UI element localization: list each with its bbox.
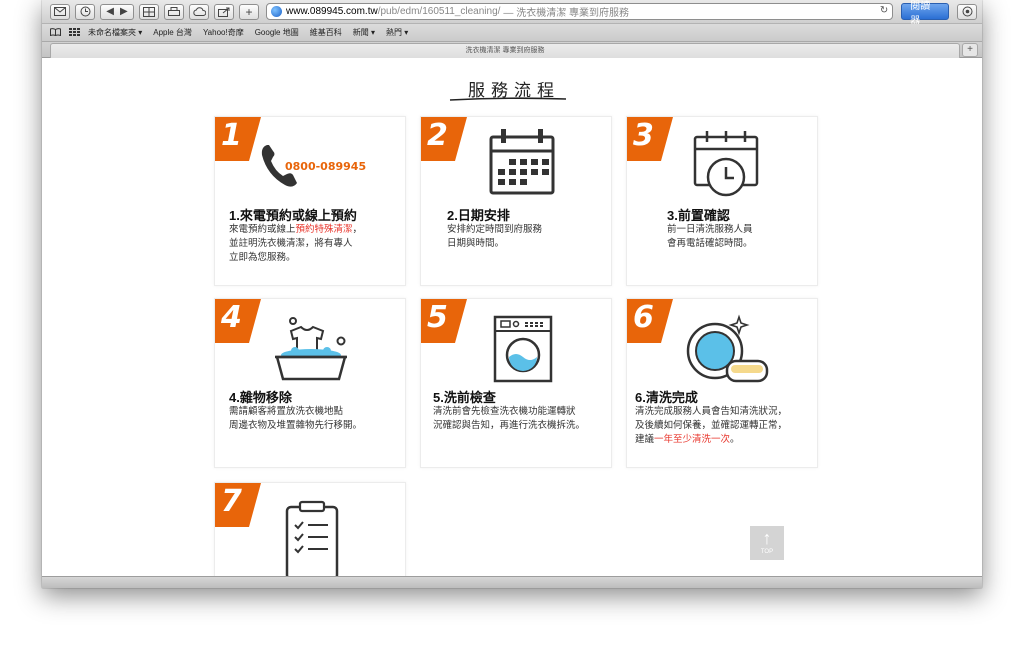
grid-icon[interactable]: [69, 27, 80, 38]
print-icon[interactable]: [164, 3, 184, 20]
step-description: 需請顧客將置放洗衣機地點 周邊衣物及堆置雜物先行移開。: [229, 405, 362, 433]
globe-icon: [271, 6, 282, 17]
desc-text: 清洗完成服務人員會告知清洗狀況，: [635, 406, 788, 417]
desc-text: 前一日清洗服務人員: [667, 224, 753, 235]
step-description: 清洗完成服務人員會告知清洗狀況， 及後續如何保養，並確認運轉正常， 建議一年至少…: [635, 405, 787, 447]
step-title: 6.清洗完成: [635, 390, 698, 405]
step-card: 2 2.日期安排 安排約定時間到府服務 日期與時間。: [420, 116, 612, 286]
add-bookmark-icon[interactable]: +: [239, 3, 259, 20]
icloud-icon[interactable]: [189, 3, 209, 20]
back-arrow-icon[interactable]: ◀: [106, 6, 114, 17]
page-content: 服務流程 1 0800-089945 1.來電預約或線上預約 來電預約或線上預約…: [42, 58, 982, 576]
bookmark-item[interactable]: Yahoo!奇摩: [203, 27, 244, 38]
back-to-top-button[interactable]: ↑ TOP: [750, 526, 784, 560]
step-description: 安排約定時間到府服務 日期與時間。: [447, 223, 542, 251]
step-description: 前一日清洗服務人員 會再電話確認時間。: [667, 223, 753, 251]
history-clock-icon[interactable]: [75, 3, 95, 20]
desc-highlight: 一年至少清洗一次: [654, 434, 731, 445]
desc-text: 。: [730, 434, 740, 445]
calendar-icon: [421, 125, 611, 205]
step-title: 5.洗前檢查: [433, 390, 496, 405]
up-arrow-icon: ↑: [762, 528, 772, 548]
step-card: 6 6.清洗完成 清洗完成服務人員會告知清洗狀況， 及後續如何保養，並確認運轉正…: [626, 298, 818, 468]
desc-highlight-link[interactable]: 預約特殊清潔: [296, 224, 353, 235]
step-title: 4.雜物移除: [229, 390, 292, 405]
step-card: 1 0800-089945 1.來電預約或線上預約 來電預約或線上預約特殊清潔，…: [214, 116, 406, 286]
desc-text: 況確認與告知，再進行洗衣機拆洗。: [433, 420, 586, 431]
address-bar[interactable]: www.089945.com.tw /pub/edm/160511_cleani…: [266, 3, 894, 20]
desc-text: 清洗前會先檢查洗衣機功能運轉狀: [433, 406, 576, 417]
desc-text: 需請顧客將置放洗衣機地點: [229, 406, 344, 417]
screen: ◀ ▶ + www.089945.com.tw /pub/edm/160511_…: [0, 0, 1024, 646]
step-card: 5 5.洗前檢查 清洗前會先檢查洗衣機功能運轉狀 況確認與告知，再進行洗衣機拆洗…: [420, 298, 612, 468]
url-path: /pub/edm/160511_cleaning/: [377, 6, 501, 17]
bookmark-item[interactable]: Google 地圖: [255, 27, 299, 38]
step-title: 1.來電預約或線上預約: [229, 208, 357, 223]
desc-text: 周邊衣物及堆置雜物先行移開。: [229, 420, 363, 431]
status-bar: [42, 576, 982, 588]
desc-text: 來電預約或線上: [229, 224, 296, 235]
bookmark-item[interactable]: 新聞 ▾: [353, 27, 375, 38]
desc-text: ，: [352, 224, 363, 235]
step-card: 3 3.前置確認 前一日清洗服務人員 會再電話確認時間。: [626, 116, 818, 286]
tab-bar: 洗衣機清潔 專業到府服務 +: [42, 42, 982, 58]
clean-dish-icon: [627, 307, 817, 387]
downloads-icon[interactable]: [957, 3, 977, 20]
phone-number: 0800-089945: [285, 160, 366, 173]
desc-text: 安排約定時間到府服務: [447, 224, 543, 235]
desc-text: 並註明洗衣機清潔，將有專人: [229, 238, 353, 249]
url-host: www.089945.com.tw: [286, 6, 378, 17]
checklist-icon: [215, 491, 405, 576]
desc-text: 立即為您服務。: [229, 252, 296, 263]
step-card: 4 4.雜物移除 需請顧客將置放洗衣機地點 周邊衣物及堆置雜物先行移開。: [214, 298, 406, 468]
top-label: TOP: [760, 549, 774, 555]
mail-icon[interactable]: [50, 3, 70, 20]
back-forward-buttons[interactable]: ◀ ▶: [100, 3, 134, 20]
title-underline: [449, 97, 567, 101]
top-sites-icon[interactable]: [139, 3, 159, 20]
bookmark-item[interactable]: Apple 台灣: [153, 27, 192, 38]
share-icon[interactable]: [214, 3, 234, 20]
step-title: 2.日期安排: [447, 208, 510, 223]
new-tab-button[interactable]: +: [962, 43, 978, 57]
browser-window: ◀ ▶ + www.089945.com.tw /pub/edm/160511_…: [42, 0, 982, 588]
step-description: 來電預約或線上預約特殊清潔， 並註明洗衣機清潔，將有專人 立即為您服務。: [229, 223, 362, 265]
bookmarks-bar: 未命名檔案夾 ▾ Apple 台灣 Yahoo!奇摩 Google 地圖 維基百…: [42, 24, 982, 42]
desc-text: 日期與時間。: [447, 238, 505, 249]
reload-icon[interactable]: ↻: [880, 5, 888, 16]
url-page-title: — 洗衣機清潔 專業到府服務: [503, 8, 629, 19]
desc-text: 建議: [635, 434, 655, 445]
laundry-basin-icon: [215, 307, 405, 387]
washing-machine-icon: [421, 307, 611, 387]
step-title: 3.前置確認: [667, 208, 730, 223]
calendar-clock-icon: [627, 125, 817, 205]
bookmark-item[interactable]: 熱門 ▾: [386, 27, 408, 38]
desc-text: 及後續如何保養，並確認運轉正常，: [635, 420, 788, 431]
bookmark-item[interactable]: 未命名檔案夾 ▾: [88, 27, 142, 38]
bookmark-item[interactable]: 維基百科: [310, 27, 342, 38]
tab-active[interactable]: 洗衣機清潔 專業到府服務: [50, 43, 960, 58]
browser-toolbar: ◀ ▶ + www.089945.com.tw /pub/edm/160511_…: [42, 0, 982, 27]
reader-button[interactable]: 閱讀器: [901, 1, 949, 27]
open-book-icon[interactable]: [50, 27, 61, 38]
desc-text: 會再電話確認時間。: [667, 238, 753, 249]
step-description: 清洗前會先檢查洗衣機功能運轉狀 況確認與告知，再進行洗衣機拆洗。: [433, 405, 585, 433]
step-card: 7: [214, 482, 406, 576]
forward-arrow-icon[interactable]: ▶: [120, 6, 128, 17]
phone-icon: 0800-089945: [215, 125, 405, 205]
